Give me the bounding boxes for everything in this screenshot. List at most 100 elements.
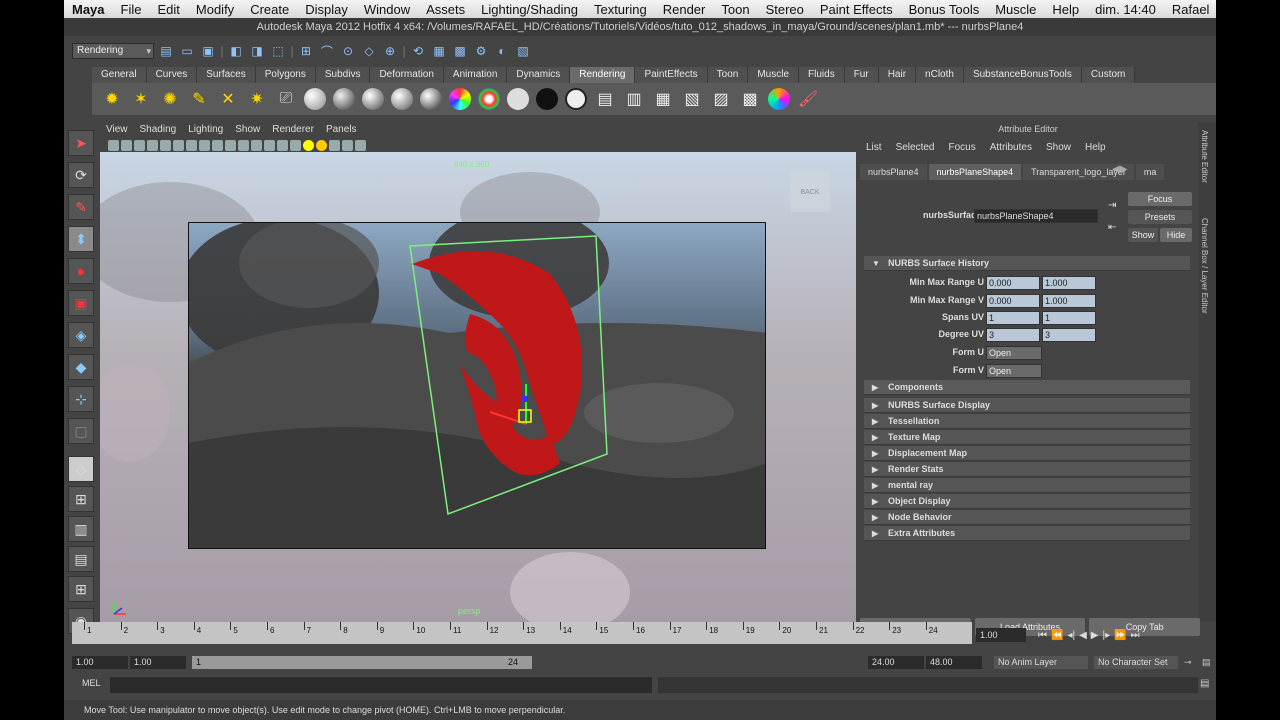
nurbs-plane-selected[interactable] <box>400 234 620 524</box>
attr-field-degree-v[interactable]: 3 <box>1042 328 1096 342</box>
tab-substancebonustools[interactable]: SubstanceBonusTools <box>963 66 1082 83</box>
ae-node-name-field[interactable]: nurbsPlaneShape4 <box>974 209 1098 223</box>
section-render-stats[interactable]: ▶ Render Stats <box>864 462 1190 477</box>
menu-display[interactable]: Display <box>297 2 356 17</box>
attr-field-min-v[interactable]: 0.000 <box>986 294 1040 308</box>
section-nurbs-surface-history[interactable]: ▼ NURBS Surface History <box>864 256 1190 271</box>
step-forward-key-icon[interactable]: ⏩ <box>1114 630 1126 641</box>
viewport-menu-lighting[interactable]: Lighting <box>188 122 223 138</box>
step-back-key-icon[interactable]: ⏪ <box>1051 630 1063 641</box>
point-light-icon[interactable]: ✺ <box>158 87 182 111</box>
viewport-menu-panels[interactable]: Panels <box>326 122 357 138</box>
viewport-menu-show[interactable]: Show <box>235 122 260 138</box>
attr-field-max-u[interactable]: 1.000 <box>1042 276 1096 290</box>
attr-field-min-u[interactable]: 0.000 <box>986 276 1040 290</box>
shader-icon[interactable] <box>303 87 327 111</box>
history-icon[interactable]: ⟲ <box>409 42 427 60</box>
attr-field-max-v[interactable]: 1.000 <box>1042 294 1096 308</box>
layout-single-icon[interactable]: ◇ <box>68 456 94 482</box>
play-backward-icon[interactable]: ◀ <box>1079 630 1087 641</box>
select-hierarchy-icon[interactable]: ◧ <box>227 42 245 60</box>
play-forward-icon[interactable]: ▶ <box>1091 630 1099 641</box>
menu-set-select[interactable]: Rendering <box>72 43 154 59</box>
render-icon[interactable]: ▦ <box>430 42 448 60</box>
render-settings-shelf-icon[interactable]: ▥ <box>622 87 646 111</box>
select-object-icon[interactable]: ◨ <box>248 42 266 60</box>
volume-light-icon[interactable]: ✷ <box>245 87 269 111</box>
form-v-select[interactable]: Open <box>986 364 1042 378</box>
menu-render[interactable]: Render <box>655 2 714 17</box>
section-tessellation[interactable]: ▶ Tessellation <box>864 414 1190 429</box>
layout-four-icon[interactable]: ⊞ <box>68 486 94 512</box>
phonge-icon[interactable] <box>419 87 443 111</box>
field-chart-icon[interactable] <box>212 139 223 151</box>
menu-file[interactable]: File <box>113 2 150 17</box>
hypershade-shelf-icon[interactable]: ▩ <box>738 87 762 111</box>
menu-stereo[interactable]: Stereo <box>758 2 812 17</box>
attr-field-spans-u[interactable]: 1 <box>986 311 1040 325</box>
layout-graph-icon[interactable]: ▤ <box>68 546 94 572</box>
layout-outliner-icon[interactable]: ▥ <box>68 516 94 542</box>
paint-brush-icon[interactable]: 🖌 <box>796 87 820 111</box>
textured-icon[interactable] <box>290 139 301 151</box>
ipr-shelf-icon[interactable]: ▧ <box>680 87 704 111</box>
playback-start-field[interactable]: 1.00 <box>130 656 186 669</box>
hypershade-icon[interactable]: ◐ <box>493 42 511 60</box>
section-nurbs-surface-display[interactable]: ▶ NURBS Surface Display <box>864 398 1190 413</box>
render-settings-icon[interactable]: ⚙ <box>472 42 490 60</box>
perspective-viewport[interactable]: 640 x 360 BACK persp <box>100 152 856 636</box>
snap-point-icon[interactable]: ⊙ <box>339 42 357 60</box>
range-slider[interactable]: 1 24 <box>192 656 532 669</box>
layout-hypershade-icon[interactable]: ⊞ <box>68 576 94 602</box>
menu-toon[interactable]: Toon <box>713 2 757 17</box>
new-scene-icon[interactable]: ▤ <box>157 42 175 60</box>
layered-shader-icon[interactable] <box>564 87 588 111</box>
viewport-menu-shading[interactable]: Shading <box>140 122 177 138</box>
ae-tab-ma[interactable]: ma <box>1135 164 1165 180</box>
ae-menu-list[interactable]: List <box>866 140 882 156</box>
use-background-icon[interactable] <box>535 87 559 111</box>
ae-show-button[interactable]: Show <box>1128 228 1158 242</box>
wireframe-on-shaded-icon[interactable] <box>277 139 288 151</box>
directional-light-icon[interactable]: ✶ <box>129 87 153 111</box>
ae-tab-nurbsplane4[interactable]: nurbsPlane4 <box>860 164 927 180</box>
anim-layer-select[interactable]: No Anim Layer <box>994 656 1088 669</box>
select-component-icon[interactable]: ⬚ <box>269 42 287 60</box>
ae-menu-selected[interactable]: Selected <box>896 140 935 156</box>
menu-help[interactable]: Help <box>1044 2 1087 17</box>
ae-tab-scroll-icon[interactable]: ◀▶ <box>1112 164 1127 175</box>
safe-title-icon[interactable] <box>238 139 249 151</box>
end-time-field[interactable]: 48.00 <box>926 656 982 669</box>
phong-icon[interactable] <box>390 87 414 111</box>
ae-select-node-icon[interactable]: ⇥ <box>1108 200 1116 211</box>
ae-tab-nurbsplaneshape4[interactable]: nurbsPlaneShape4 <box>928 164 1022 180</box>
safe-action-icon[interactable] <box>225 139 236 151</box>
select-tool-icon[interactable]: ➤ <box>68 130 94 156</box>
camera-icon[interactable]: ⎚ <box>274 87 298 111</box>
ae-focus-button[interactable]: Focus <box>1128 192 1192 206</box>
grid-toggle-icon[interactable] <box>160 139 171 151</box>
move-tool-icon[interactable]: ⬍ <box>68 226 94 252</box>
save-scene-icon[interactable]: ▣ <box>199 42 217 60</box>
shadows-icon[interactable] <box>316 139 327 151</box>
batch-render-icon[interactable]: ▨ <box>709 87 733 111</box>
open-scene-icon[interactable]: ▭ <box>178 42 196 60</box>
show-manipulator-icon[interactable]: ⊹ <box>68 386 94 412</box>
tab-painteffects[interactable]: PaintEffects <box>635 66 708 83</box>
tab-custom[interactable]: Custom <box>1081 66 1136 83</box>
live-surface-icon[interactable]: ⊕ <box>381 42 399 60</box>
menu-edit[interactable]: Edit <box>149 2 187 17</box>
render-view-icon[interactable]: ▧ <box>514 42 532 60</box>
form-u-select[interactable]: Open <box>986 346 1042 360</box>
ae-menu-focus[interactable]: Focus <box>948 140 975 156</box>
tab-rendering[interactable]: Rendering <box>570 66 636 83</box>
ambient-light-icon[interactable]: ✹ <box>100 87 124 111</box>
rotate-tool-icon[interactable]: ● <box>68 258 94 284</box>
isolate-select-icon[interactable] <box>329 139 340 151</box>
snap-curve-icon[interactable]: ⌒ <box>318 42 336 60</box>
area-light-icon[interactable]: ✕ <box>216 87 240 111</box>
menu-muscle[interactable]: Muscle <box>987 2 1044 17</box>
side-tab-channel-box[interactable]: Channel Box / Layer Editor <box>1200 218 1209 314</box>
section-extra-attributes[interactable]: ▶ Extra Attributes <box>864 526 1190 541</box>
spot-light-icon[interactable]: ✎ <box>187 87 211 111</box>
